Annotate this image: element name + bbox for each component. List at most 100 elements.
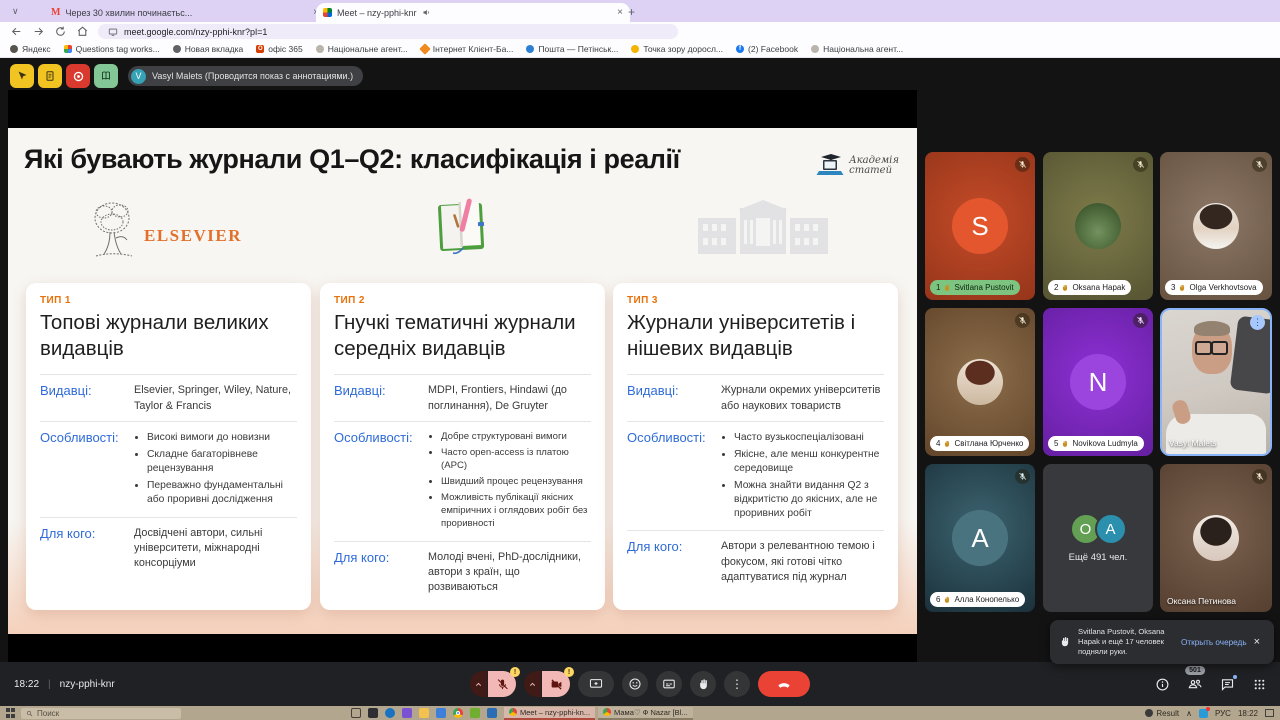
raised-hand-icon: [1061, 284, 1069, 292]
home-icon[interactable]: [76, 25, 89, 38]
new-tab-button[interactable]: +: [628, 5, 635, 19]
participant-name-badge: 3 Olga Verkhovtsova: [1165, 280, 1263, 295]
participant-tile[interactable]: S 1 Svitlana Pustovit: [925, 152, 1035, 300]
tray-app-result[interactable]: Result: [1145, 709, 1179, 718]
annotation-notes-button[interactable]: [38, 64, 62, 88]
leave-call-button[interactable]: [758, 671, 810, 697]
participant-name-badge: 5 Novikova Ludmyla: [1048, 436, 1144, 451]
activities-grid-icon[interactable]: [1252, 677, 1267, 692]
nvidia-icon[interactable]: [470, 708, 480, 718]
bookmark-office365[interactable]: Oофіс 365: [256, 44, 303, 54]
card-type-label: ТИП 1: [40, 295, 71, 306]
present-button[interactable]: [578, 671, 614, 697]
mic-muted-icon: [1015, 469, 1030, 484]
features-row: Особливості: Часто вузькоспеціалізовані …: [627, 421, 884, 530]
tab-gmail[interactable]: M Через 30 хвилин починаєтьс... ×: [44, 3, 326, 22]
taskbar-window-meet[interactable]: Meet – nzy-pphi-kn...: [504, 706, 596, 720]
taskbar-window-other[interactable]: Мама♡ Ф Nazar [Bl...: [598, 706, 693, 720]
chrome-icon: [603, 708, 612, 716]
university-building-image: [698, 200, 828, 258]
toast-text: Svitlana Pustovit, Oksana Hapak и ещё 17…: [1078, 626, 1165, 657]
bookmark-internet-client[interactable]: Інтернет Клієнт-Ба...: [419, 43, 513, 55]
outlook-icon[interactable]: [385, 708, 395, 718]
participant-tile-speaking[interactable]: ⋮ Vasyl Malets: [1160, 308, 1272, 456]
slide-title: Які бувають журнали Q1–Q2: класифікація …: [24, 144, 680, 174]
toast-close-icon[interactable]: ×: [1254, 636, 1260, 648]
taskbar-search[interactable]: Поиск: [21, 707, 181, 719]
bookmark-favicon: [631, 45, 640, 53]
reactions-button[interactable]: [622, 671, 648, 697]
start-button[interactable]: [6, 708, 16, 718]
presenter-banner: V Vasyl Malets (Проводится показ с аннот…: [128, 66, 364, 86]
card-type-label: ТИП 2: [334, 295, 365, 306]
participant-tile[interactable]: 3 Olga Verkhovtsova: [1160, 152, 1272, 300]
tray-messenger-icon[interactable]: [1198, 706, 1210, 718]
tab-title: Через 30 хвилин починаєтьс...: [65, 7, 193, 18]
tab-audio-icon[interactable]: [422, 8, 431, 17]
tray-clock[interactable]: 18:22: [1238, 709, 1258, 718]
raise-hand-button[interactable]: [690, 671, 716, 697]
bookmark-nat-agency-1[interactable]: Національне агент...: [315, 44, 408, 54]
tab-search-chevron-icon[interactable]: ∨: [12, 6, 19, 17]
tab-close-icon[interactable]: ×: [617, 7, 623, 18]
publishers-row: Видавці: MDPI, Frontiers, Hindawi (до по…: [334, 374, 591, 421]
mic-control[interactable]: !: [470, 667, 520, 697]
file-explorer-icon[interactable]: [419, 708, 429, 718]
more-options-button[interactable]: ⋮: [724, 671, 750, 697]
bookmark-favicon: [172, 45, 181, 53]
visual-studio-icon[interactable]: [402, 708, 412, 718]
meeting-details-icon[interactable]: [1155, 677, 1170, 692]
mic-off-icon: [496, 678, 509, 691]
back-icon[interactable]: [10, 25, 23, 38]
bookmark-yandex[interactable]: Яндекс: [10, 44, 51, 54]
participant-tile[interactable]: 4 Світлана Юрченко: [925, 308, 1035, 456]
address-bar[interactable]: meet.google.com/nzy-pphi-knr?pl=1: [98, 24, 678, 39]
bookmark-tochka-zoru[interactable]: Точка зору доросл...: [631, 44, 723, 54]
bookmark-questions[interactable]: Questions tag works...: [63, 44, 160, 54]
tab-meet-active[interactable]: Meet – nzy-pphi-knr ×: [316, 3, 630, 22]
participant-tile[interactable]: Оксана Петинова: [1160, 464, 1272, 612]
camera-options-chevron-icon[interactable]: [524, 671, 541, 697]
browser-toolbar: meet.google.com/nzy-pphi-knr?pl=1: [0, 22, 1280, 41]
bookmark-favicon: [10, 45, 18, 53]
features-row: Особливості: Високі вимоги до новизни Ск…: [40, 421, 297, 516]
pinned-app-icon[interactable]: [368, 708, 378, 718]
reload-icon[interactable]: [54, 25, 67, 38]
language-indicator[interactable]: РУС: [1215, 709, 1231, 718]
camera-control[interactable]: !: [524, 667, 574, 697]
chrome-icon[interactable]: [453, 708, 463, 718]
annotation-cursor-button[interactable]: [10, 64, 34, 88]
task-view-icon[interactable]: [351, 708, 361, 718]
camera-off-button[interactable]: !: [542, 667, 574, 697]
chat-panel-button[interactable]: [1220, 674, 1237, 692]
avatar: A: [1094, 513, 1127, 545]
mic-mute-button[interactable]: !: [488, 667, 520, 697]
captions-button[interactable]: [656, 671, 682, 697]
mic-options-chevron-icon[interactable]: [470, 671, 487, 697]
bookmark-newtab[interactable]: Новая вкладка: [172, 44, 243, 54]
bookmark-nat-agency-2[interactable]: Національна агент...: [811, 44, 903, 54]
site-settings-icon[interactable]: [108, 27, 118, 37]
pinned-app-icon-2[interactable]: [487, 708, 497, 718]
tray-expand-chevron-icon[interactable]: ∧: [1186, 709, 1192, 718]
participant-tile[interactable]: A 6 Алла Конопелько: [925, 464, 1035, 612]
camera-off-icon: [550, 678, 563, 691]
bookmark-facebook[interactable]: f (2) Facebook: [736, 44, 798, 54]
raised-hand-icon: [1061, 440, 1069, 448]
participant-tile[interactable]: N 5 Novikova Ludmyla: [1043, 308, 1153, 456]
mic-muted-icon: [1015, 313, 1030, 328]
open-queue-link[interactable]: Открыть очередь: [1181, 638, 1247, 647]
annotation-library-button[interactable]: [94, 64, 118, 88]
more-participants-tile[interactable]: O A Ещё 491 чел.: [1043, 464, 1153, 612]
mail-app-icon[interactable]: [436, 708, 446, 718]
forward-icon[interactable]: [32, 25, 45, 38]
people-panel-button[interactable]: 501: [1185, 666, 1205, 692]
action-center-icon[interactable]: [1265, 709, 1274, 717]
tile-more-options-icon[interactable]: ⋮: [1250, 315, 1265, 330]
participant-name-badge: 4 Світлана Юрченко: [930, 436, 1030, 451]
bookmark-mail[interactable]: Пошта — Петінськ...: [526, 44, 618, 54]
record-button[interactable]: [66, 64, 90, 88]
participant-tile[interactable]: 2 Oksana Hapak: [1043, 152, 1153, 300]
journal-type-card-2: ТИП 2 Гнучкі тематичні журнали середніх …: [320, 283, 605, 610]
card-title: Топові журнали великих видавців: [40, 311, 269, 361]
